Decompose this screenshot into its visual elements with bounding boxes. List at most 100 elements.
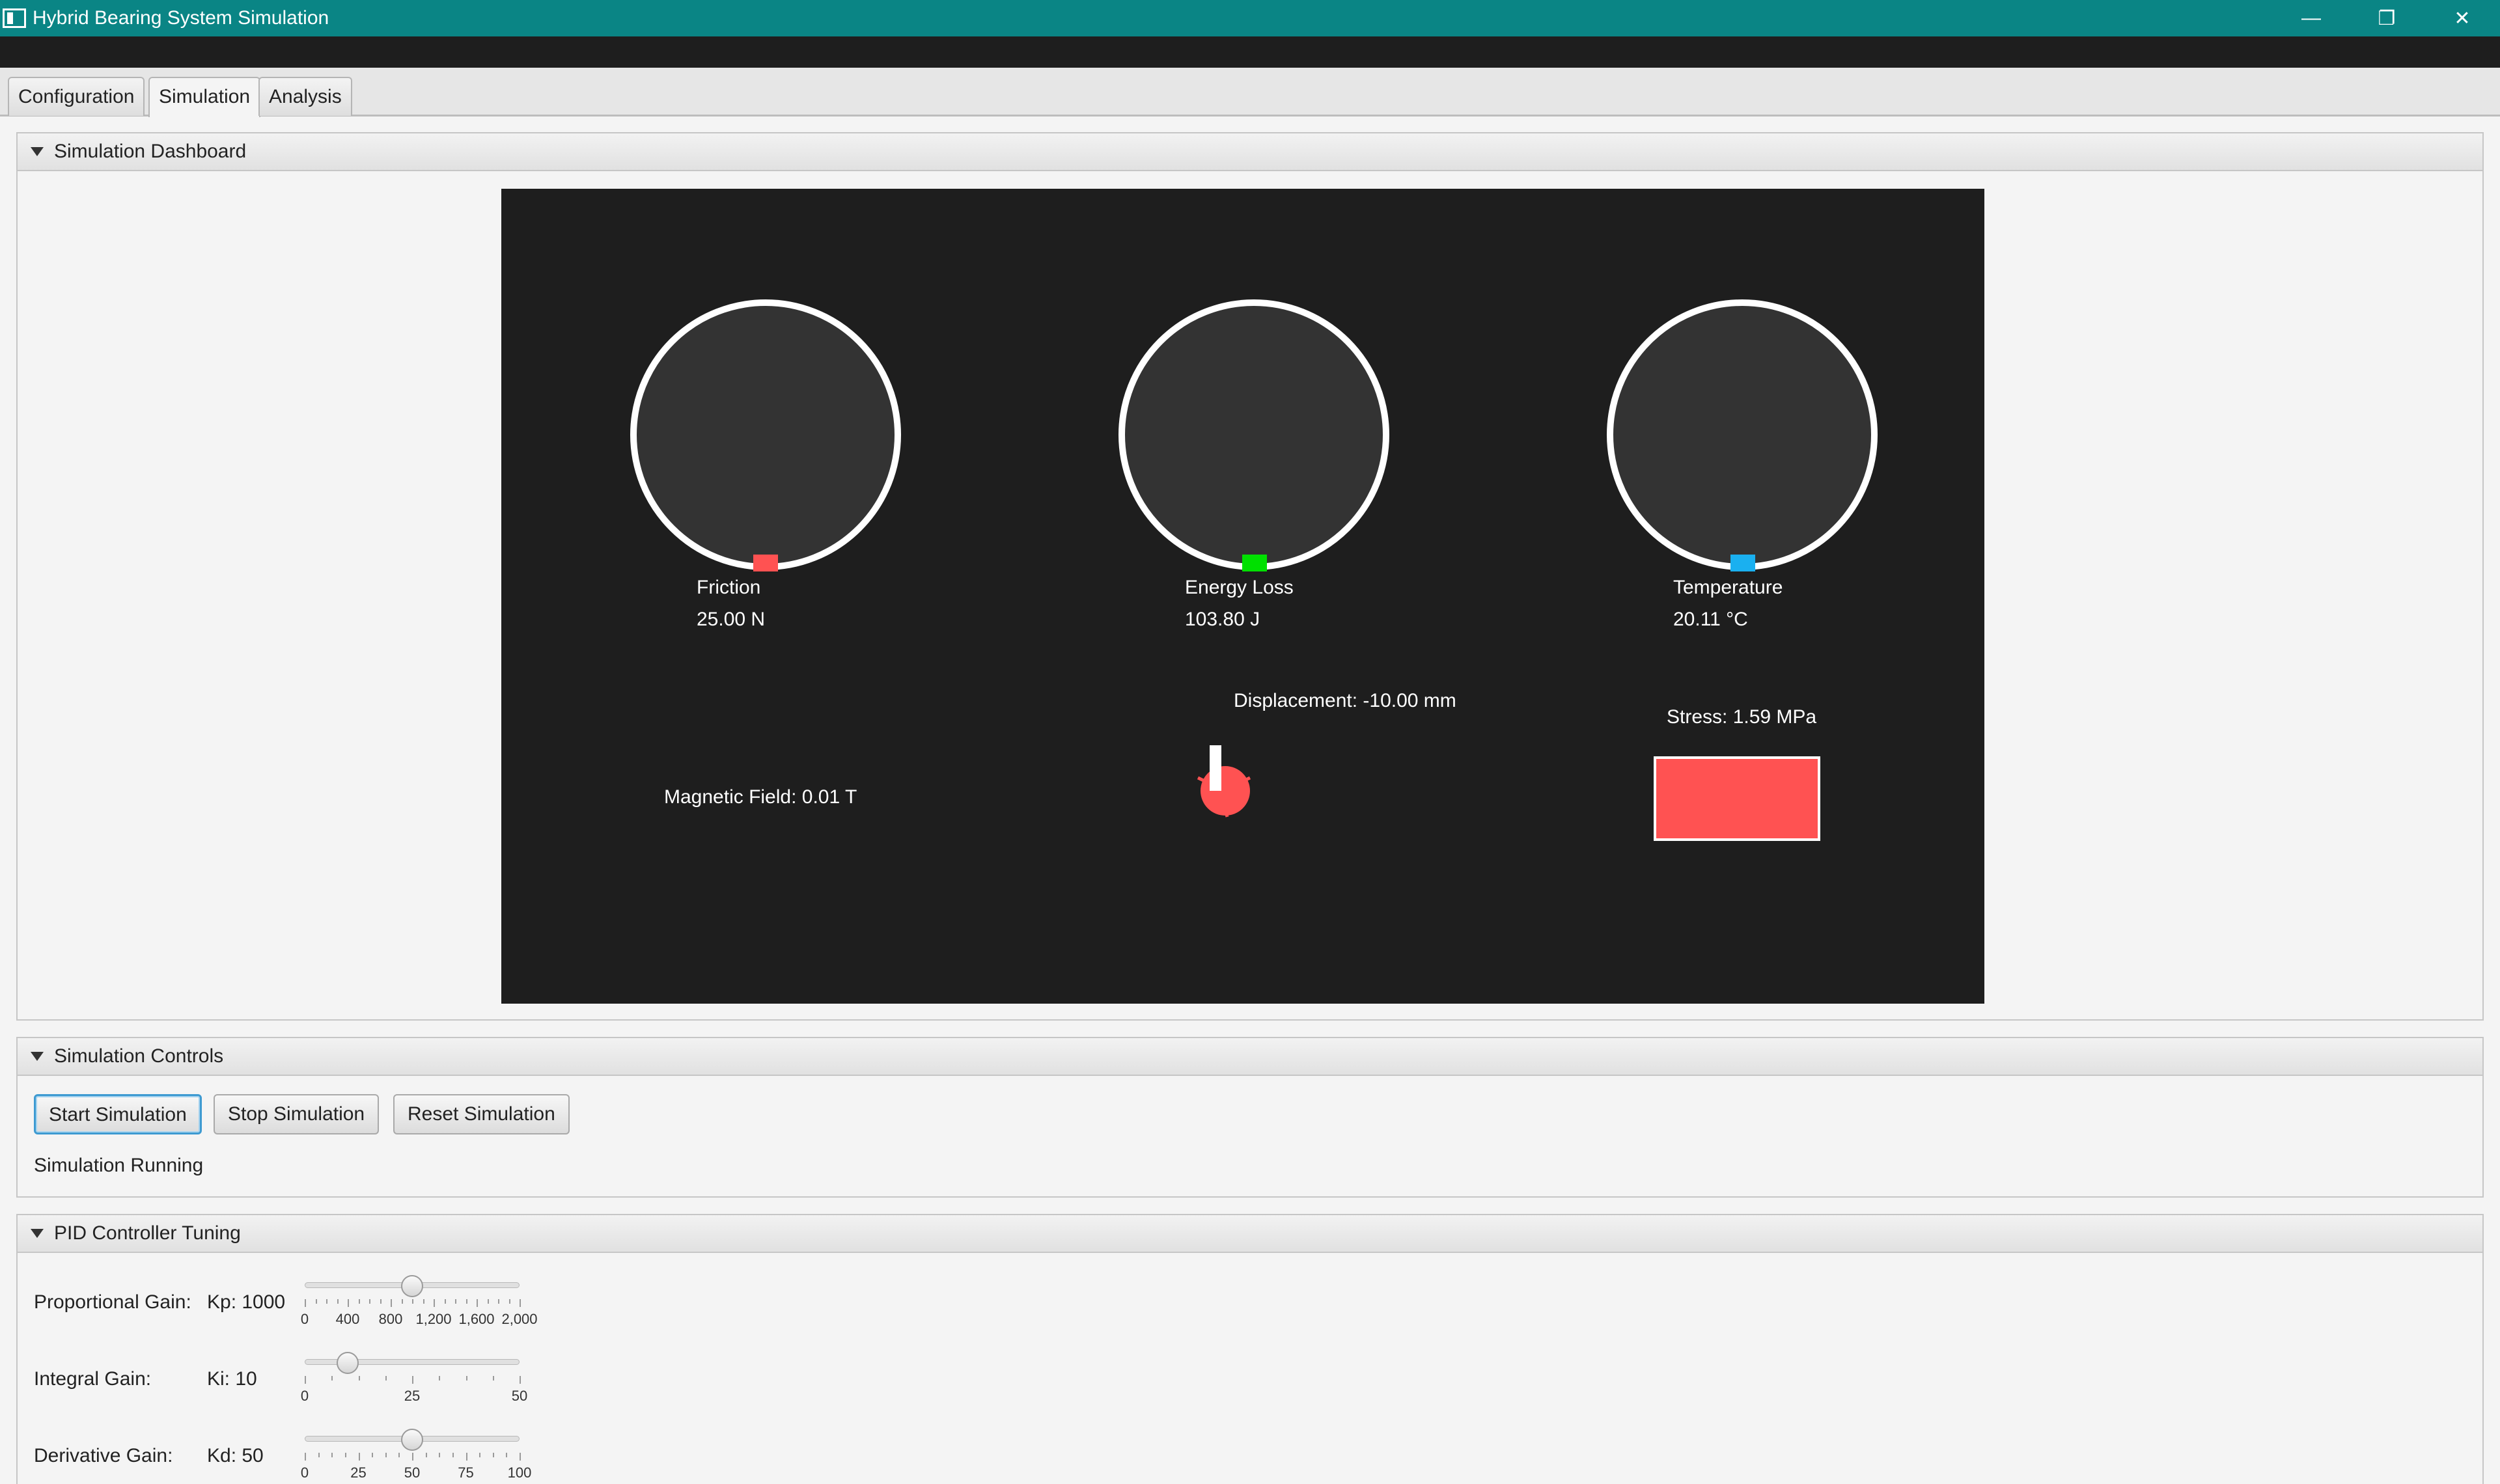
- integral-gain-value: Ki: 10: [207, 1368, 257, 1390]
- major-tick: [434, 1299, 435, 1307]
- stress-indicator-box: [1654, 756, 1820, 841]
- integral-gain-label: Integral Gain:: [34, 1368, 152, 1390]
- slider-tick-label: 0: [300, 1388, 309, 1404]
- temperature-label: Temperature: [1673, 577, 1783, 598]
- app-icon: [3, 8, 26, 28]
- tab-simulation[interactable]: Simulation: [148, 77, 261, 117]
- proportional-gain-value: Kp: 1000: [207, 1291, 286, 1313]
- title-bar: Hybrid Bearing System Simulation — ❐ ✕: [0, 0, 2500, 36]
- menu-strip: [0, 36, 2500, 68]
- simulation-controls-panel: Simulation Controls: [16, 1037, 2484, 1198]
- minor-tick: [492, 1376, 494, 1381]
- energy-loss-value: 103.80 J: [1185, 609, 1260, 630]
- pid-tuning-header[interactable]: PID Controller Tuning: [18, 1215, 2482, 1253]
- pid-tuning-panel: PID Controller Tuning: [16, 1214, 2484, 1484]
- energy-loss-label: Energy Loss: [1185, 577, 1294, 598]
- major-tick: [358, 1453, 360, 1461]
- collapse-caret-icon[interactable]: [31, 147, 44, 156]
- tab-bar: Configuration Simulation Analysis: [0, 68, 2500, 117]
- minor-tick: [344, 1453, 346, 1457]
- energy-loss-gauge: [1118, 299, 1389, 570]
- major-tick: [520, 1453, 521, 1461]
- major-tick: [520, 1376, 521, 1384]
- panel-title: Simulation Dashboard: [54, 141, 247, 162]
- major-tick: [520, 1299, 521, 1307]
- collapse-caret-icon[interactable]: [31, 1229, 44, 1238]
- major-tick: [412, 1453, 413, 1461]
- slider-thumb[interactable]: [337, 1352, 359, 1374]
- proportional-gain-label: Proportional Gain:: [34, 1291, 191, 1313]
- stress-label: Stress: 1.59 MPa: [1667, 706, 1817, 728]
- major-tick: [391, 1299, 392, 1307]
- tab-analysis[interactable]: Analysis: [258, 77, 352, 116]
- minor-tick: [444, 1299, 446, 1304]
- minor-tick: [439, 1376, 441, 1381]
- start-simulation-button[interactable]: Start Simulation: [34, 1094, 202, 1134]
- restore-button[interactable]: ❐: [2349, 0, 2424, 36]
- derivative-gain-value: Kd: 50: [207, 1445, 264, 1466]
- minor-tick: [385, 1453, 387, 1457]
- minor-tick: [465, 1299, 467, 1304]
- friction-gauge: [630, 299, 901, 570]
- simulation-dashboard-header[interactable]: Simulation Dashboard: [18, 133, 2482, 171]
- slider-ticks: 0 25 50: [301, 1376, 527, 1404]
- displacement-rotor-icon: [1197, 745, 1251, 818]
- slider-tick-label: 0: [300, 1311, 309, 1327]
- slider-tick-label: 50: [511, 1388, 528, 1404]
- minor-tick: [385, 1376, 387, 1381]
- slider-tick-label: 50: [404, 1464, 421, 1481]
- slider-tick-label: 25: [350, 1464, 367, 1481]
- friction-label: Friction: [697, 577, 761, 598]
- minor-tick: [358, 1376, 360, 1381]
- slider-tick-label: 2,000: [501, 1311, 538, 1327]
- slider-thumb[interactable]: [401, 1275, 423, 1297]
- major-tick: [477, 1299, 478, 1307]
- slider-tick-label: 75: [458, 1464, 474, 1481]
- minor-tick: [479, 1453, 481, 1457]
- minor-tick: [380, 1299, 382, 1304]
- minor-tick: [423, 1299, 424, 1304]
- reset-simulation-button[interactable]: Reset Simulation: [393, 1094, 570, 1134]
- panel-title: Simulation Controls: [54, 1045, 224, 1067]
- temperature-value: 20.11 °C: [1673, 609, 1748, 630]
- slider-tick-label: 1,200: [415, 1311, 452, 1327]
- major-tick: [465, 1453, 467, 1461]
- major-tick: [305, 1299, 306, 1307]
- stop-simulation-button[interactable]: Stop Simulation: [214, 1094, 380, 1134]
- slider-tick-label: 800: [378, 1311, 403, 1327]
- slider-tick-label: 25: [404, 1388, 421, 1404]
- major-tick: [305, 1453, 306, 1461]
- minor-tick: [337, 1299, 339, 1304]
- magnetic-field-label: Magnetic Field: 0.01 T: [664, 786, 857, 808]
- minor-tick: [487, 1299, 489, 1304]
- tab-configuration[interactable]: Configuration: [8, 77, 145, 116]
- minor-tick: [455, 1299, 456, 1304]
- slider-ticks: 0 400 800 1,200 1,600 2,000: [301, 1299, 538, 1327]
- friction-indicator: [753, 555, 778, 571]
- collapse-caret-icon[interactable]: [31, 1052, 44, 1061]
- minor-tick: [452, 1453, 454, 1457]
- minimize-button[interactable]: —: [2273, 0, 2349, 36]
- minor-tick: [508, 1299, 510, 1304]
- minor-tick: [412, 1299, 413, 1304]
- slider-tick-label: 1,600: [458, 1311, 495, 1327]
- minor-tick: [425, 1453, 427, 1457]
- derivative-gain-label: Derivative Gain:: [34, 1445, 173, 1466]
- simulation-controls-header[interactable]: Simulation Controls: [18, 1038, 2482, 1076]
- minor-tick: [401, 1299, 403, 1304]
- minor-tick: [439, 1453, 441, 1457]
- simulation-status: Simulation Running: [34, 1155, 204, 1176]
- major-tick: [305, 1376, 306, 1384]
- temperature-indicator: [1730, 555, 1755, 571]
- close-button[interactable]: ✕: [2424, 0, 2500, 36]
- slider-thumb[interactable]: [401, 1429, 423, 1451]
- slider-tick-label: 0: [300, 1464, 309, 1481]
- minor-tick: [506, 1453, 508, 1457]
- slider-tick-label: 400: [335, 1311, 360, 1327]
- major-tick: [348, 1299, 349, 1307]
- temperature-gauge: [1607, 299, 1878, 570]
- panel-title: PID Controller Tuning: [54, 1222, 241, 1244]
- minor-tick: [372, 1453, 374, 1457]
- window-title: Hybrid Bearing System Simulation: [33, 7, 329, 29]
- slider-ticks: 0 25 50 75 100: [301, 1453, 531, 1481]
